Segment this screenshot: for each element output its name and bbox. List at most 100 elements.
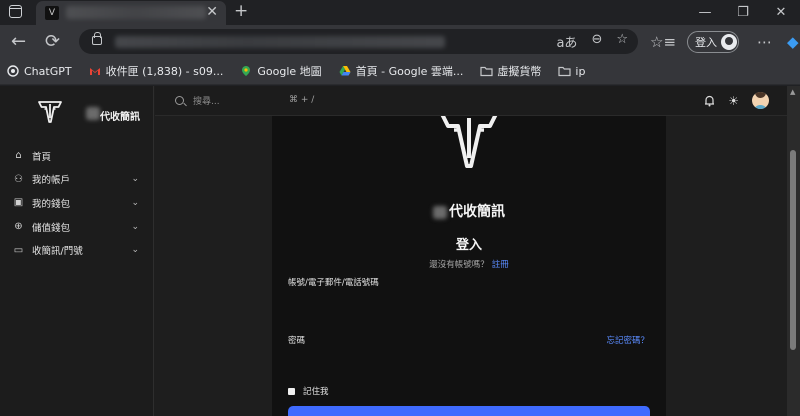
login-brand-text: 代收簡訊	[449, 204, 505, 220]
url-redacted	[115, 36, 445, 48]
bookmark-label: ip	[575, 64, 586, 78]
account-input[interactable]	[288, 292, 650, 314]
bookmark-google-drive[interactable]: 首頁 - Google 雲端...	[339, 63, 464, 79]
sidebar-item-label: 收簡訊/門號	[32, 246, 83, 258]
tab-favicon-icon: V	[45, 6, 59, 20]
sidebar-item-label: 儲值錢包	[32, 222, 71, 234]
zoom-icon[interactable]: ⊖	[591, 32, 602, 51]
sidebar-item-home[interactable]: ⌂ 首頁	[0, 144, 154, 168]
scroll-thumb[interactable]	[790, 150, 796, 350]
home-icon: ⌂	[15, 150, 22, 162]
bookmark-label: 收件匣 (1,838) - s09...	[105, 65, 224, 78]
login-card: 代收簡訊 登入 還沒有帳號嗎？ 註冊 帳號/電子郵件/電話號碼 密碼 忘記密碼？ …	[272, 116, 666, 416]
bell-icon[interactable]	[704, 95, 715, 107]
sidebar-item-label: 我的錢包	[32, 198, 71, 210]
tab-close-icon[interactable]: ✕	[206, 4, 218, 20]
minimize-button[interactable]: —	[686, 0, 724, 25]
chatgpt-icon	[7, 65, 19, 77]
profile-avatar-icon	[721, 33, 738, 50]
more-icon[interactable]: ⋯	[757, 33, 772, 51]
tab-actions-icon[interactable]	[9, 5, 22, 18]
wallet-icon: ▣	[13, 197, 24, 209]
register-link[interactable]: 註冊	[492, 260, 509, 270]
login-title: 登入	[455, 238, 482, 253]
lock-icon[interactable]	[92, 32, 102, 45]
folder-icon	[480, 65, 494, 77]
profile-login-button[interactable]: 登入	[687, 30, 740, 53]
forgot-password-link[interactable]: 忘記密碼？	[606, 334, 649, 346]
search-shortcut-hint: ⌘ + /	[289, 95, 315, 105]
message-icon: ▭	[13, 244, 24, 256]
page-scrollbar[interactable]: ▲	[787, 86, 800, 416]
sidebar: 代收簡訊 ⌂ 首頁 ⚇ 我的帳戶 ⌄ ▣ 我的錢包 ⌄ ⊕ 儲值錢包 ⌄ ▭ 收…	[0, 86, 154, 416]
favorite-star-icon[interactable]: ☆	[616, 32, 628, 51]
bookmark-google-maps[interactable]: Google 地圖	[240, 63, 322, 79]
copilot-icon[interactable]: ◆	[787, 33, 799, 51]
password-input[interactable]	[288, 350, 650, 372]
bookmark-gmail[interactable]: 收件匣 (1,838) - s09...	[89, 63, 224, 79]
remember-me-label: 記住我	[303, 387, 329, 397]
drive-icon	[339, 65, 351, 77]
search-placeholder: 搜尋...	[193, 97, 220, 107]
bookmark-folder-ip[interactable]: ip	[558, 65, 585, 78]
brand-logo-icon	[440, 116, 498, 168]
site-header: 搜尋... ⌘ + / ☀	[155, 86, 787, 116]
theme-toggle-icon[interactable]: ☀	[728, 94, 739, 108]
close-window-button[interactable]: ✕	[762, 0, 800, 25]
scroll-up-icon[interactable]: ▲	[790, 88, 795, 96]
folder-icon	[558, 65, 572, 77]
chevron-down-icon: ⌄	[131, 174, 139, 185]
gmail-icon	[89, 65, 101, 77]
register-prompt: 還沒有帳號嗎？ 註冊	[272, 258, 666, 270]
bookmark-label: Google 地圖	[257, 65, 322, 78]
bookmark-label: 虛擬貨幣	[497, 65, 542, 78]
web-page: 代收簡訊 ⌂ 首頁 ⚇ 我的帳戶 ⌄ ▣ 我的錢包 ⌄ ⊕ 儲值錢包 ⌄ ▭ 收…	[0, 86, 787, 416]
omnibox-icons: aあ ⊖ ☆	[556, 32, 628, 51]
brand-name-redacted	[86, 107, 100, 120]
sidebar-menu: ⌂ 首頁 ⚇ 我的帳戶 ⌄ ▣ 我的錢包 ⌄ ⊕ 儲值錢包 ⌄ ▭ 收簡訊/門號	[0, 144, 154, 262]
brand-name: 代收簡訊	[100, 112, 140, 123]
read-aloud-icon[interactable]: aあ	[556, 32, 577, 51]
bookmark-chatgpt[interactable]: ChatGPT	[7, 65, 72, 78]
reload-button[interactable]: ⟳	[45, 31, 60, 52]
brand-name-redacted	[433, 205, 447, 219]
sidebar-item-label: 我的帳戶	[32, 175, 71, 187]
no-account-text: 還沒有帳號嗎？	[429, 260, 489, 270]
search-icon	[175, 96, 184, 105]
sidebar-item-label: 首頁	[32, 151, 52, 163]
bookmark-folder-crypto[interactable]: 虛擬貨幣	[480, 63, 541, 79]
window-controls: — ❐ ✕	[686, 0, 800, 25]
sidebar-item-sms-numbers[interactable]: ▭ 收簡訊/門號 ⌄	[0, 238, 154, 262]
address-bar[interactable]: aあ ⊖ ☆	[79, 29, 638, 54]
remember-me-checkbox[interactable]	[288, 387, 295, 395]
browser-titlebar: V ✕ + — ❐ ✕	[0, 0, 800, 25]
maps-icon	[240, 65, 252, 77]
favorites-icon[interactable]: ☆≡	[650, 33, 676, 51]
chevron-down-icon: ⌄	[131, 197, 139, 208]
login-submit-button[interactable]	[288, 406, 650, 416]
header-actions: ☀	[704, 92, 769, 109]
new-tab-button[interactable]: +	[234, 1, 248, 21]
maximize-button[interactable]: ❐	[724, 0, 762, 25]
bookmark-label: 首頁 - Google 雲端...	[355, 65, 464, 78]
user-avatar[interactable]	[752, 92, 769, 109]
login-brand-name: 代收簡訊	[272, 201, 666, 221]
back-button[interactable]: ←	[11, 31, 26, 52]
site-search[interactable]: 搜尋...	[175, 94, 220, 107]
browser-toolbar: ← ⟳ aあ ⊖ ☆ ☆≡ 登入 ⋯ ◆	[0, 25, 800, 58]
chevron-down-icon: ⌄	[131, 245, 139, 256]
sidebar-item-my-wallet[interactable]: ▣ 我的錢包 ⌄	[0, 191, 154, 215]
sidebar-item-my-account[interactable]: ⚇ 我的帳戶 ⌄	[0, 168, 154, 192]
browser-tab[interactable]: V ✕	[36, 1, 226, 25]
chevron-down-icon: ⌄	[131, 221, 139, 232]
tab-title-redacted	[66, 6, 206, 19]
sidebar-brand[interactable]: 代收簡訊	[0, 86, 154, 134]
profile-login-label: 登入	[695, 35, 718, 49]
bookmarks-bar: ChatGPT 收件匣 (1,838) - s09... Google 地圖 首…	[0, 58, 800, 85]
password-label: 密碼	[288, 336, 306, 346]
account-label: 帳號/電子郵件/電話號碼	[288, 278, 379, 288]
remember-me[interactable]: 記住我	[288, 385, 329, 397]
sidebar-item-top-up[interactable]: ⊕ 儲值錢包 ⌄	[0, 215, 154, 239]
toolbar-right: ☆≡ 登入 ⋯ ◆	[650, 30, 799, 53]
plus-circle-icon: ⊕	[14, 221, 23, 233]
